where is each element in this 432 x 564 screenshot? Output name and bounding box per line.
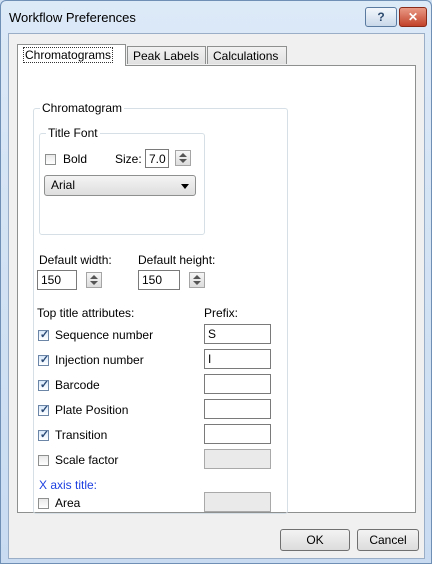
close-icon: ✕ (407, 10, 419, 24)
injection-number-prefix-input[interactable]: I (204, 349, 271, 369)
checkmark-icon: ✓ (39, 329, 50, 341)
plate-position-label: Plate Position (55, 403, 129, 417)
area-label: Area (55, 496, 81, 510)
spin-up-icon (90, 275, 98, 279)
tab-peak-labels[interactable]: Peak Labels (127, 46, 206, 64)
close-button[interactable]: ✕ (399, 7, 427, 27)
checkmark-icon: ✓ (39, 404, 50, 416)
font-size-spinner[interactable] (175, 150, 191, 166)
font-family-value: Arial (51, 178, 76, 192)
scale-factor-checkbox[interactable] (38, 455, 49, 466)
default-width-input[interactable]: 150 (37, 270, 77, 290)
bold-label: Bold (63, 152, 88, 166)
spin-down-icon (179, 159, 187, 163)
chevron-down-icon (181, 184, 189, 189)
default-height-input[interactable]: 150 (138, 270, 180, 290)
font-size-input[interactable]: 7.0 (145, 149, 169, 168)
chromatograms-panel: Chromatogram Title Font Bold Size: 7.0 A… (17, 65, 416, 514)
tab-peak-labels-label: Peak Labels (133, 49, 200, 63)
spin-down-icon (193, 281, 201, 285)
transition-prefix-input[interactable] (204, 424, 271, 444)
tab-calculations-label: Calculations (213, 49, 279, 63)
tab-calculations[interactable]: Calculations (207, 46, 287, 64)
checkmark-icon: ✓ (39, 379, 50, 391)
checkmark-icon: ✓ (39, 354, 50, 366)
sequence-number-label: Sequence number (55, 328, 154, 342)
checkmark-icon: ✓ (39, 429, 50, 441)
title-font-label: Title Font (46, 126, 100, 140)
help-icon: ? (377, 10, 385, 24)
font-family-select[interactable]: Arial (44, 175, 196, 196)
barcode-label: Barcode (55, 378, 100, 392)
spin-up-icon (193, 275, 201, 279)
default-width-spinner[interactable] (86, 272, 102, 288)
top-title-attributes-label: Top title attributes: (37, 306, 135, 320)
chromatogram-group-label: Chromatogram (40, 101, 125, 115)
default-height-label: Default height: (138, 253, 216, 267)
size-label: Size: (115, 152, 142, 166)
title-font-group: Title Font Bold Size: 7.0 Arial (39, 126, 205, 235)
default-width-label: Default width: (39, 253, 112, 267)
scale-factor-label: Scale factor (55, 453, 119, 467)
tab-chromatograms[interactable]: Chromatograms (17, 44, 126, 66)
barcode-prefix-input[interactable] (204, 374, 271, 394)
transition-checkbox[interactable]: ✓ (38, 429, 50, 441)
help-button[interactable]: ? (365, 7, 397, 27)
spin-up-icon (179, 153, 187, 157)
sequence-number-prefix-input[interactable]: S (204, 324, 271, 344)
injection-number-checkbox[interactable]: ✓ (38, 354, 50, 366)
scale-factor-prefix-input (204, 449, 271, 469)
cancel-button[interactable]: Cancel (357, 529, 419, 551)
transition-label: Transition (55, 428, 108, 442)
area-checkbox[interactable] (38, 498, 49, 509)
plate-position-prefix-input[interactable] (204, 399, 271, 419)
spin-down-icon (90, 281, 98, 285)
area-prefix-input (204, 492, 271, 512)
x-axis-title-label: X axis title: (39, 478, 98, 492)
window-title: Workflow Preferences (9, 10, 136, 25)
bold-checkbox[interactable] (45, 154, 56, 165)
injection-number-label: Injection number (55, 353, 144, 367)
title-bar: Workflow Preferences ? ✕ (1, 1, 431, 33)
prefix-label: Prefix: (204, 306, 239, 320)
chromatogram-group: Chromatogram Title Font Bold Size: 7.0 A… (33, 101, 288, 514)
tab-chromatograms-label: Chromatograms (23, 47, 114, 63)
default-height-spinner[interactable] (189, 272, 205, 288)
barcode-checkbox[interactable]: ✓ (38, 379, 50, 391)
plate-position-checkbox[interactable]: ✓ (38, 404, 50, 416)
sequence-number-checkbox[interactable]: ✓ (38, 329, 50, 341)
workflow-preferences-dialog: Workflow Preferences ? ✕ Chromatograms P… (0, 0, 432, 564)
ok-button[interactable]: OK (280, 529, 350, 551)
dialog-body: Chromatograms Peak Labels Calculations C… (8, 33, 425, 559)
